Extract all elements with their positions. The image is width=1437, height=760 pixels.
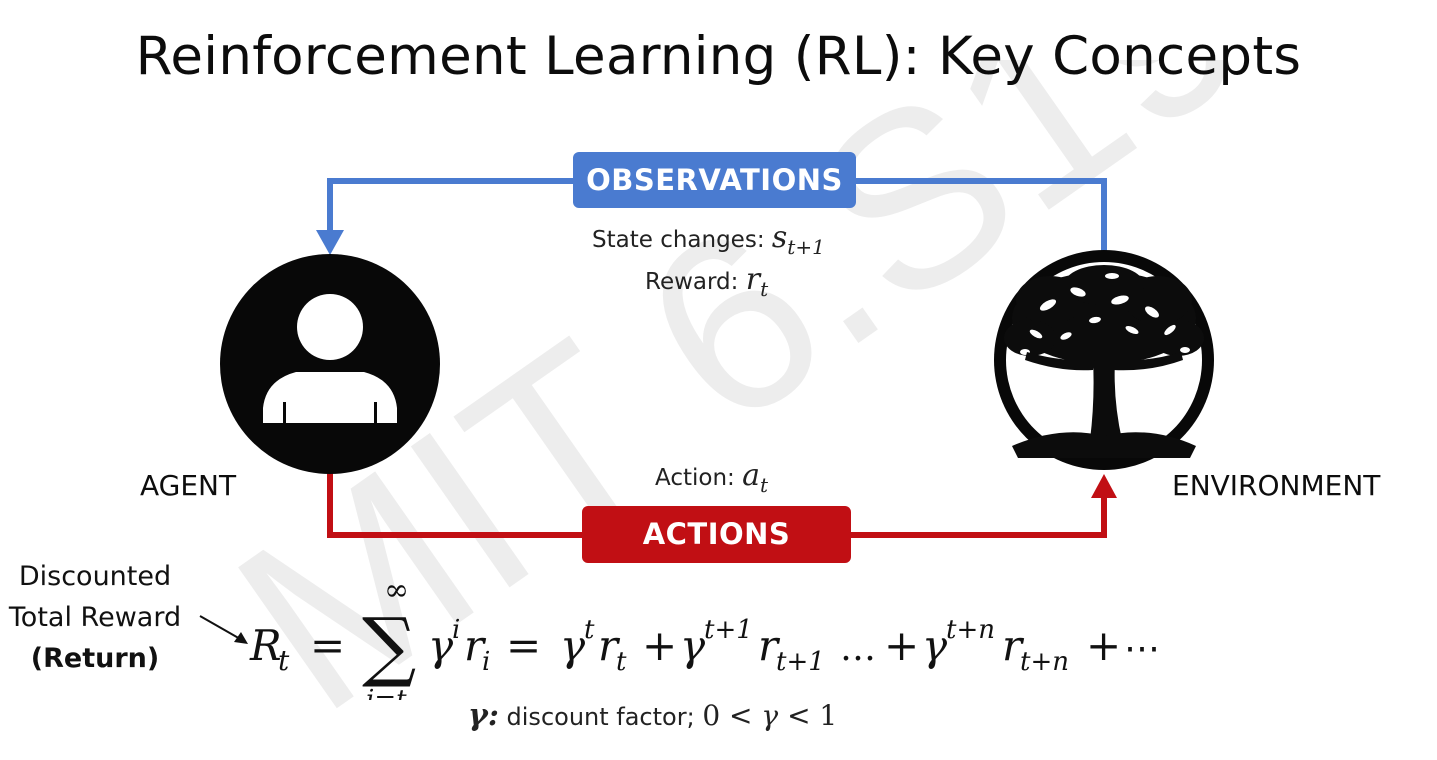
return-label-line3: (Return) <box>30 643 160 674</box>
t3-gamma-sup: t+n <box>946 615 995 645</box>
return-label-line2: Total Reward <box>8 602 182 633</box>
observations-label: OBSERVATIONS <box>573 152 856 208</box>
reward-prefix: Reward: <box>645 269 739 295</box>
formula-lhs: R <box>249 621 282 670</box>
state-prefix: State changes: <box>592 227 765 253</box>
observation-arrowhead <box>316 230 344 255</box>
formula-equals: = <box>310 621 345 670</box>
tree-icon <box>994 250 1214 470</box>
action-symbol: at <box>742 458 769 497</box>
reward-symbol: rt <box>745 262 769 301</box>
action-note: Action: at <box>655 458 768 497</box>
plus-2: + <box>884 621 919 670</box>
state-symbol: st+1 <box>771 220 825 259</box>
formula-lhs-sub: t <box>278 644 290 677</box>
sum-symbol: ∑ <box>362 601 416 690</box>
t1-gamma-sup: t <box>584 615 595 645</box>
gamma-inequality: 0 < γ < 1 <box>702 699 838 732</box>
term-r-sub: i <box>482 647 490 677</box>
t1-r-sub: t <box>616 647 627 677</box>
sum-lower: i=t <box>366 685 407 700</box>
t3-gamma: γ <box>922 621 948 670</box>
t2-gamma-sup: t+1 <box>704 615 753 645</box>
reward-note: Reward: rt <box>645 262 768 301</box>
t1-gamma: γ <box>560 621 586 670</box>
dots-1: … <box>840 628 876 669</box>
gamma-colon: : <box>487 698 499 733</box>
return-formula: R t = ∞ ∑ i=t γ i r i = γ t r t + γ t+1 … <box>249 573 1160 700</box>
gamma-description: discount factor; <box>506 703 695 731</box>
action-prefix: Action: <box>655 465 735 491</box>
term-gamma-sup: i <box>452 615 460 645</box>
gamma-note: γ: discount factor; 0 < γ < 1 <box>468 698 837 733</box>
t2-gamma: γ <box>680 621 706 670</box>
gamma-symbol: γ <box>468 698 488 733</box>
state-change-note: State changes: st+1 <box>592 220 825 259</box>
return-label: Discounted Total Reward (Return) <box>0 556 190 679</box>
t2-r-sub: t+1 <box>776 647 825 677</box>
plus-1: + <box>642 621 677 670</box>
agent-icon <box>220 254 440 474</box>
action-arrowhead <box>1091 474 1117 498</box>
agent-label: AGENT <box>140 469 237 502</box>
dots-2: ⋯ <box>1124 628 1160 669</box>
actions-label: ACTIONS <box>582 506 851 563</box>
environment-label: ENVIRONMENT <box>1172 469 1381 502</box>
term-gamma: γ <box>428 621 454 670</box>
return-label-line1: Discounted <box>18 561 172 592</box>
plus-3: + <box>1086 621 1121 670</box>
t3-r-sub: t+n <box>1020 647 1069 677</box>
formula-equals-2: = <box>506 621 541 670</box>
